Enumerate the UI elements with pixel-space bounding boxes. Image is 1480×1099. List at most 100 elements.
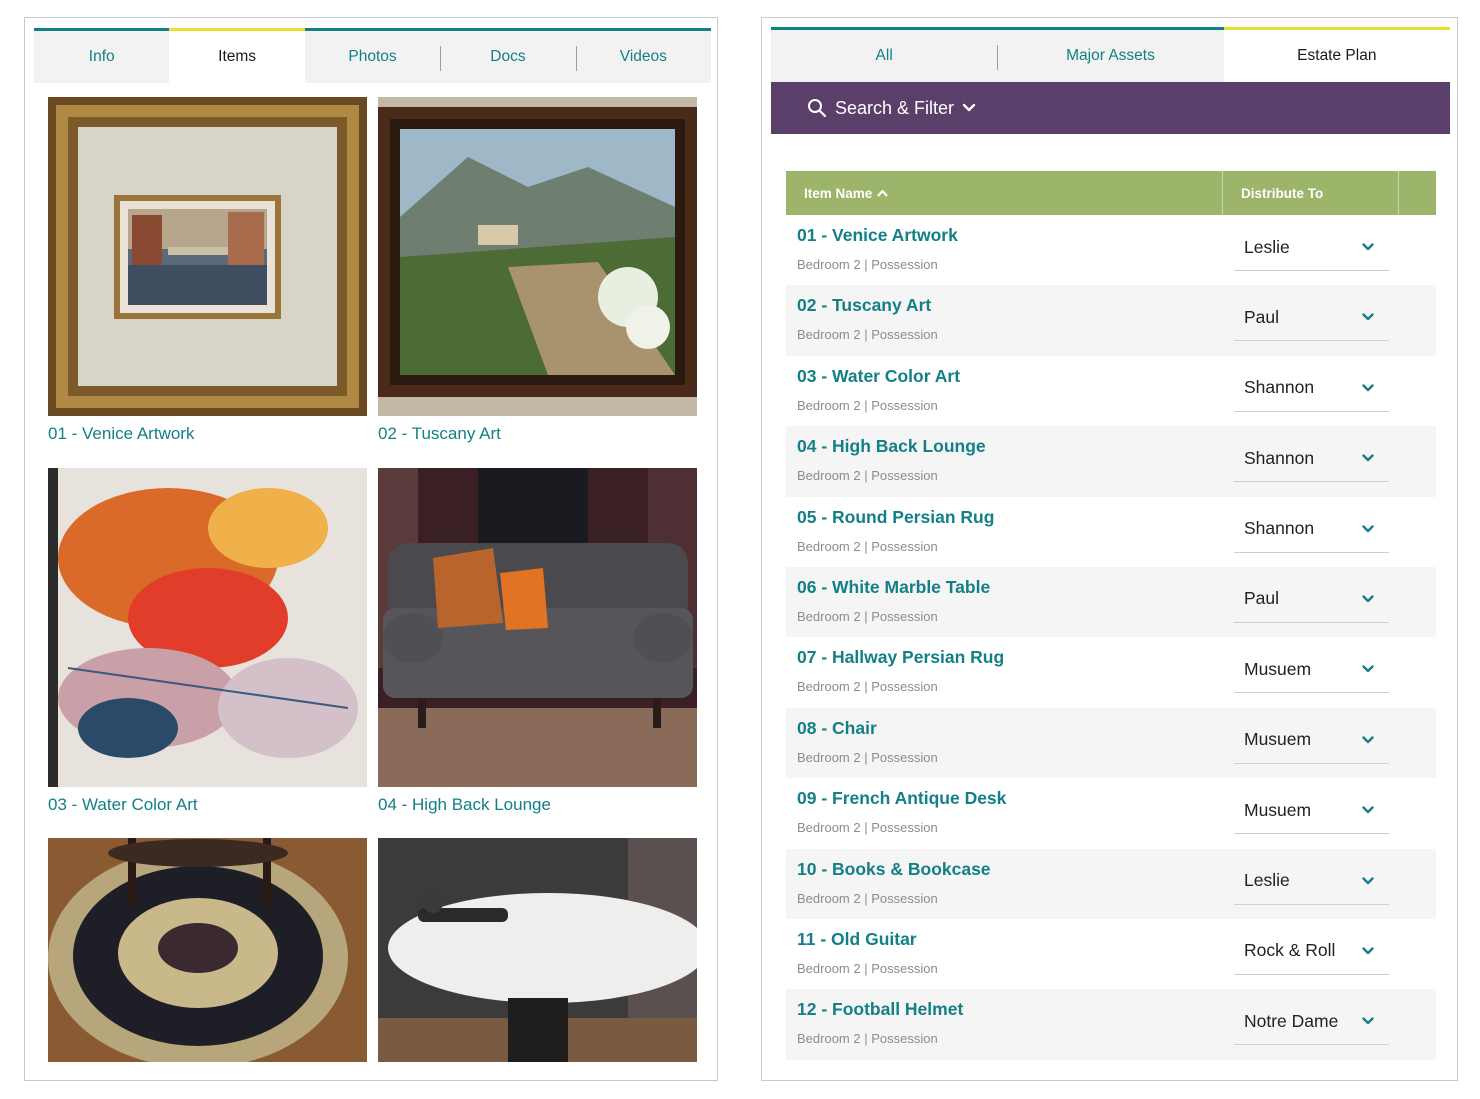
distribute-to-select[interactable]: Paul [1234, 294, 1389, 342]
tab-major-assets[interactable]: Major Assets [997, 27, 1224, 82]
item-location: Bedroom 2 | Possession [797, 468, 938, 484]
search-filter-bar[interactable]: Search & Filter [771, 82, 1450, 134]
distribute-to-value: Leslie [1244, 870, 1290, 891]
search-filter-label: Search & Filter [835, 97, 955, 118]
item-location: Bedroom 2 | Possession [797, 1031, 938, 1047]
item-location: Bedroom 2 | Possession [797, 679, 938, 695]
item-photo-tuscany[interactable] [378, 97, 697, 416]
tab-docs[interactable]: Docs [440, 28, 576, 83]
item-card[interactable]: 04 - High Back Lounge [378, 468, 697, 815]
chevron-down-icon [962, 103, 976, 112]
item-photo-round-rug[interactable] [48, 838, 367, 1062]
item-name-link[interactable]: 04 - High Back Lounge [797, 436, 986, 457]
table-row: 01 - Venice Artwork Bedroom 2 | Possessio… [786, 215, 1436, 285]
item-location: Bedroom 2 | Possession [797, 397, 938, 413]
distribute-to-select[interactable]: Notre Dame [1234, 998, 1389, 1046]
estate-plan-panel: All Major Assets Estate Plan Search & Fi… [761, 17, 1458, 1081]
distribute-to-value: Rock & Roll [1244, 940, 1336, 961]
distribute-to-select[interactable]: Rock & Roll [1234, 928, 1389, 975]
item-caption[interactable]: 04 - High Back Lounge [378, 795, 697, 815]
item-location: Bedroom 2 | Possession [797, 960, 938, 976]
distribute-to-select[interactable]: Leslie [1234, 858, 1389, 905]
distribute-to-value: Paul [1244, 306, 1280, 327]
sort-ascending-icon [877, 189, 889, 197]
tab-videos[interactable]: Videos [575, 28, 712, 83]
table-body: 01 - Venice Artwork Bedroom 2 | Possessio… [786, 215, 1436, 1060]
distribute-to-select[interactable]: Shannon [1234, 506, 1389, 553]
table-row: 08 - Chair Bedroom 2 | Possession Musuem [786, 707, 1436, 779]
chevron-down-icon [1362, 736, 1374, 743]
chevron-down-icon [1362, 454, 1374, 462]
item-name-link[interactable]: 03 - Water Color Art [797, 366, 960, 387]
search-icon [808, 99, 827, 118]
distribute-to-select[interactable]: Paul [1234, 576, 1389, 623]
item-card[interactable]: 01 - Venice Artwork [48, 97, 367, 444]
tab-all[interactable]: All [771, 27, 998, 82]
distribute-to-select[interactable]: Musuem [1234, 646, 1389, 694]
item-name-link[interactable]: 08 - Chair [797, 718, 877, 739]
distribute-to-value: Notre Dame [1244, 1010, 1339, 1031]
asset-tabs: All Major Assets Estate Plan [771, 27, 1450, 82]
items-panel: Info Items Photos Docs Videos 01 - Venic… [24, 17, 718, 1081]
item-name-link[interactable]: 09 - French Antique Desk [797, 788, 1006, 809]
column-header-distribute-to[interactable]: Distribute To [1223, 171, 1399, 215]
item-location: Bedroom 2 | Possession [797, 749, 938, 765]
item-caption[interactable]: 01 - Venice Artwork [48, 424, 367, 444]
item-card[interactable]: 02 - Tuscany Art [378, 97, 697, 444]
item-location: Bedroom 2 | Possession [797, 608, 938, 624]
table-row: 03 - Water Color Art Bedroom 2 | Possessi… [786, 356, 1436, 426]
item-location: Bedroom 2 | Possession [797, 538, 938, 554]
item-photo-marble-table[interactable] [378, 838, 697, 1062]
distribute-to-select[interactable]: Shannon [1234, 365, 1389, 412]
chevron-down-icon [1362, 313, 1374, 321]
tab-items[interactable]: Items [169, 28, 305, 83]
table-row: 06 - White Marble Table Bedroom 2 | Posse… [786, 566, 1436, 638]
item-name-link[interactable]: 10 - Books & Bookcase [797, 859, 991, 880]
column-header-item-name[interactable]: Item Name [786, 171, 1223, 215]
chevron-down-icon [1362, 947, 1374, 955]
column-header-label: Distribute To [1241, 185, 1324, 201]
item-name-link[interactable]: 05 - Round Persian Rug [797, 507, 994, 528]
distribute-to-value: Musuem [1244, 658, 1312, 679]
column-header-label: Item Name [804, 185, 873, 201]
tab-info[interactable]: Info [34, 28, 170, 83]
item-name-link[interactable]: 01 - Venice Artwork [797, 225, 958, 246]
item-caption[interactable]: 02 - Tuscany Art [378, 424, 697, 444]
item-name-link[interactable]: 11 - Old Guitar [797, 929, 917, 950]
item-card[interactable]: 03 - Water Color Art [48, 468, 367, 815]
item-photo-venice[interactable] [48, 97, 367, 416]
distribute-to-select[interactable]: Leslie [1234, 224, 1389, 271]
table-row: 11 - Old Guitar Bedroom 2 | Possession Roc… [786, 919, 1436, 989]
column-header-empty [1399, 171, 1436, 215]
distribute-to-select[interactable]: Musuem [1234, 717, 1389, 764]
item-name-link[interactable]: 07 - Hallway Persian Rug [797, 647, 1004, 668]
chevron-down-icon [1362, 243, 1374, 251]
tab-estate-plan[interactable]: Estate Plan [1223, 27, 1450, 82]
item-photo-lounge[interactable] [378, 468, 697, 787]
distribute-to-value: Shannon [1244, 518, 1315, 539]
distribute-to-value: Musuem [1244, 799, 1312, 820]
distribute-to-select[interactable]: Shannon [1234, 435, 1389, 483]
item-location: Bedroom 2 | Possession [797, 327, 938, 343]
tab-photos[interactable]: Photos [304, 28, 441, 83]
chevron-down-icon [1362, 876, 1374, 884]
table-row: 09 - French Antique Desk Bedroom 2 | Poss… [786, 778, 1436, 848]
item-name-link[interactable]: 02 - Tuscany Art [797, 295, 931, 316]
distribute-to-value: Shannon [1244, 377, 1315, 398]
distribute-to-value: Leslie [1244, 236, 1290, 257]
item-caption[interactable]: 03 - Water Color Art [48, 795, 367, 815]
distribute-to-value: Shannon [1244, 447, 1315, 468]
item-photo-watercolor[interactable] [48, 468, 367, 787]
table-header: Item Name Distribute To [786, 171, 1436, 215]
table-row: 05 - Round Persian Rug Bedroom 2 | Posses… [786, 497, 1436, 567]
table-row: 07 - Hallway Persian Rug Bedroom 2 | Poss… [786, 637, 1436, 707]
chevron-down-icon [1362, 384, 1374, 391]
table-row: 04 - High Back Lounge Bedroom 2 | Possess… [786, 426, 1436, 497]
table-row: 02 - Tuscany Art Bedroom 2 | Possession Pa… [786, 285, 1436, 356]
distribute-to-select[interactable]: Musuem [1234, 787, 1389, 835]
item-location: Bedroom 2 | Possession [797, 820, 938, 836]
item-card[interactable] [378, 838, 697, 1070]
item-name-link[interactable]: 06 - White Marble Table [797, 577, 990, 598]
item-card[interactable] [48, 838, 367, 1070]
item-name-link[interactable]: 12 - Football Helmet [797, 999, 963, 1020]
